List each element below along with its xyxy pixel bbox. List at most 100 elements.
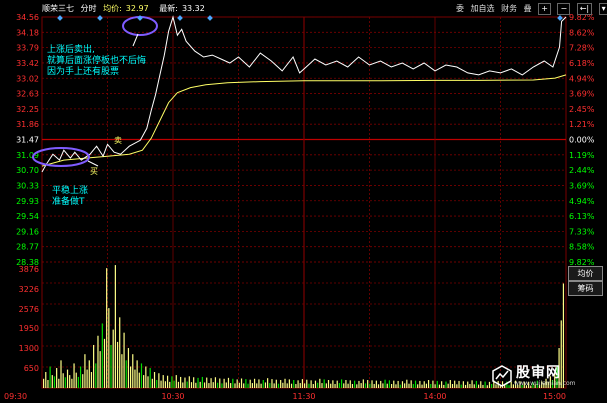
volume-bar [125,360,127,388]
chips-button[interactable]: 筹码 [568,281,603,296]
overlay-button[interactable]: 叠 [524,3,532,14]
volume-bar [304,383,306,388]
volume-bar [77,376,79,388]
prev-button[interactable]: ←| [576,3,593,15]
volume-bar [434,384,436,388]
percent-tick-label: 7.33% [569,227,595,236]
volume-bar [73,363,75,388]
price-tick-label: 28.77 [16,243,39,252]
volume-bar [462,381,464,388]
volume-bar [132,354,134,388]
volume-bar [240,378,243,388]
volume-bar [336,380,338,388]
price-tick-label: 31.86 [16,120,39,129]
volume-bar [330,383,332,388]
volume-bar [286,383,288,388]
watermark-url: www.wujiemian.com [514,380,576,387]
buy-note-line: 平稳上涨 [52,184,88,196]
volume-bar [230,383,232,388]
time-tick-label: 14:00 [423,392,446,401]
volume-bar [427,380,430,388]
volume-bar [206,377,208,388]
volume-bar [56,368,58,388]
volume-bar [425,383,427,388]
volume-bar [147,376,149,388]
volume-bar [182,382,184,388]
volume-bar [369,383,371,388]
volume-bar [432,380,434,388]
buy-note-line: 准备做T [52,195,85,207]
volume-bar [388,380,391,388]
volume-bar [475,380,478,388]
volume-bar [399,384,401,388]
volume-bar [64,377,66,388]
volume-bar [162,375,164,388]
volume-bar [319,378,321,388]
percent-tick-label: 2.45% [569,105,595,114]
volume-bar [145,366,147,388]
volume-bar [249,379,251,388]
volume-bar [188,376,190,388]
volume-bar [449,380,451,388]
finance-button[interactable]: 财务 [501,3,517,14]
volume-bar [256,383,258,388]
volume-bar [169,381,171,388]
price-tick-label: 32.63 [16,90,39,99]
time-tick-label: 09:30 [4,392,27,401]
volume-bar [406,379,408,388]
percent-tick-label: 6.18% [569,59,595,68]
zoom-in-button[interactable]: + [538,3,551,15]
volume-bar [445,381,447,388]
volume-bar [149,368,151,388]
volume-bar [349,380,351,388]
quote-header: 顺荣三七 分时 均价: 32.97 最新: 33.32 [42,3,213,16]
avg-price-label: 均价: [103,4,122,13]
volume-bar [236,379,238,388]
zoom-out-button[interactable]: − [557,3,571,15]
volume-bar [214,377,217,388]
volume-bar [458,380,460,388]
volume-bar [66,369,69,388]
volume-bar [321,383,323,388]
percent-tick-label: 8.58% [569,243,595,252]
volume-bar [260,383,262,388]
intraday-chart[interactable]: 34.56 34.18 33.79 33.42 33.02 32.63 32.25 31.86… [0,0,607,403]
volume-bar [186,381,188,388]
volume-bar [347,383,349,388]
watermark: 股审网 www.wujiemian.com [486,363,594,393]
time-tick-label: 15:00 [543,392,566,401]
buy-arrow-icon [87,160,99,167]
volume-bar [123,332,125,388]
volume-bar [108,308,110,388]
event-marker-icon [177,15,183,21]
volume-bar [367,380,369,388]
volume-bar [258,379,260,388]
volume-bar [447,383,449,388]
volume-bar [184,377,186,388]
volume-bar [53,376,56,388]
volume-bar [47,380,49,388]
volume-bar [317,382,319,388]
volume-bar [49,366,51,388]
volume-bar [160,380,162,388]
dropdown-button[interactable]: ▾ [598,3,607,15]
volume-bar [393,380,395,388]
entrust-button[interactable]: 委 [456,3,464,14]
volume-bar [310,380,312,388]
volume-bar [69,375,71,388]
volume-bar [112,329,114,388]
add-watchlist-button[interactable]: 加自选 [471,3,495,14]
price-tick-label: 30.70 [16,166,39,175]
percent-tick-label: 1.19% [569,151,595,160]
volume-bar [71,378,73,388]
stock-name: 顺荣三七 [42,4,74,13]
volume-bar [343,383,345,388]
volume-bar [408,383,410,388]
price-tick-label: 33.79 [16,44,39,53]
volume-bar [438,384,441,388]
volume-bar [293,380,295,388]
avg-price-toggle[interactable]: 均价 [568,266,603,281]
volume-bar [210,378,212,388]
volume-bar [360,383,362,388]
volume-bar [351,384,354,388]
